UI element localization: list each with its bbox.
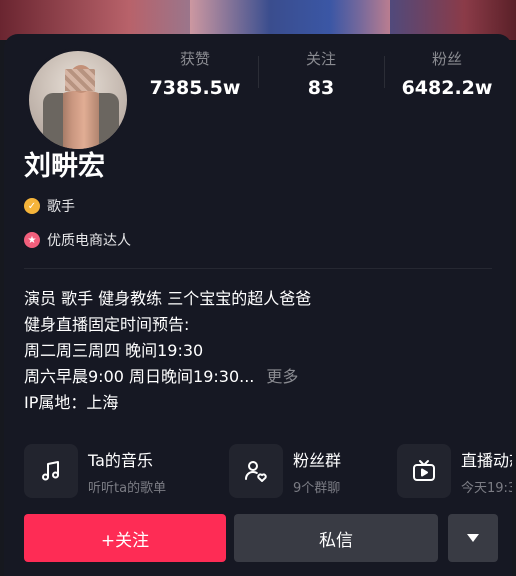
bio-line-truncated: 周六早晨9:00 周日晚间19:30... 更多 bbox=[24, 364, 504, 390]
stat-likes-value: 7385.5w bbox=[149, 77, 241, 99]
stat-followers-label: 粉丝 bbox=[431, 50, 462, 68]
service-fan-group-title: 粉丝群 bbox=[293, 450, 342, 470]
bio-line: 健身直播固定时间预告: bbox=[24, 315, 190, 334]
service-music-subtitle: 听听ta的歌单 bbox=[88, 480, 167, 496]
stat-following-value: 83 bbox=[307, 77, 335, 99]
profile-name: 刘畊宏 bbox=[24, 151, 105, 182]
service-row: Ta的音乐 听听ta的歌单 粉丝群 9个群聊 直播动 今天19: bbox=[24, 442, 512, 500]
stat-following-label: 关注 bbox=[305, 50, 336, 68]
service-live-subtitle: 今天19:30 bbox=[461, 480, 512, 496]
more-options-button[interactable] bbox=[448, 514, 498, 562]
star-badge-icon: ★ bbox=[24, 232, 40, 248]
follow-button[interactable]: +关注 bbox=[24, 514, 226, 562]
fan-group-icon bbox=[229, 444, 283, 498]
divider bbox=[24, 268, 492, 269]
triangle-down-icon bbox=[467, 534, 479, 542]
service-music-title: Ta的音乐 bbox=[88, 450, 153, 470]
stat-followers[interactable]: 粉丝 6482.2w bbox=[384, 44, 510, 104]
service-fan-group[interactable]: 粉丝群 9个群聊 bbox=[229, 442, 397, 500]
bio-line: 周二周三周四 晚间19:30 bbox=[24, 341, 204, 360]
stat-likes-label: 获赞 bbox=[179, 50, 210, 68]
bio-more-link[interactable]: 更多 bbox=[266, 367, 298, 386]
ip-location: IP属地：上海 bbox=[24, 393, 119, 412]
service-fan-group-subtitle: 9个群聊 bbox=[293, 480, 341, 496]
stat-following[interactable]: 关注 83 bbox=[258, 44, 384, 104]
message-button[interactable]: 私信 bbox=[234, 514, 438, 562]
tv-play-icon bbox=[397, 444, 451, 498]
tag-singer[interactable]: ✓ 歌手 bbox=[24, 196, 75, 216]
service-live[interactable]: 直播动态 今天19:30 bbox=[397, 442, 512, 500]
tag-ecommerce[interactable]: ★ 优质电商达人 bbox=[24, 230, 131, 250]
bio-line: 演员 歌手 健身教练 三个宝宝的超人爸爸 bbox=[24, 289, 312, 308]
tag-ecommerce-label: 优质电商达人 bbox=[47, 233, 131, 249]
music-note-icon bbox=[24, 444, 78, 498]
avatar[interactable] bbox=[26, 48, 130, 152]
tag-singer-label: 歌手 bbox=[47, 199, 75, 215]
action-bar: +关注 私信 bbox=[24, 514, 500, 562]
profile-stats: 获赞 7385.5w 关注 83 粉丝 6482.2w bbox=[132, 44, 512, 104]
checkmark-badge-icon: ✓ bbox=[24, 198, 40, 214]
service-music[interactable]: Ta的音乐 听听ta的歌单 bbox=[24, 442, 229, 500]
profile-card: 获赞 7385.5w 关注 83 粉丝 6482.2w 刘畊宏 ✓ 歌手 ★ 优… bbox=[4, 34, 512, 576]
stat-likes[interactable]: 获赞 7385.5w bbox=[132, 44, 258, 104]
stat-followers-value: 6482.2w bbox=[401, 77, 493, 99]
service-live-title: 直播动态 bbox=[461, 450, 512, 470]
bio-line-text: 周六早晨9:00 周日晚间19:30... bbox=[24, 367, 255, 386]
profile-bio: 演员 歌手 健身教练 三个宝宝的超人爸爸 健身直播固定时间预告: 周二周三周四 … bbox=[24, 286, 504, 416]
